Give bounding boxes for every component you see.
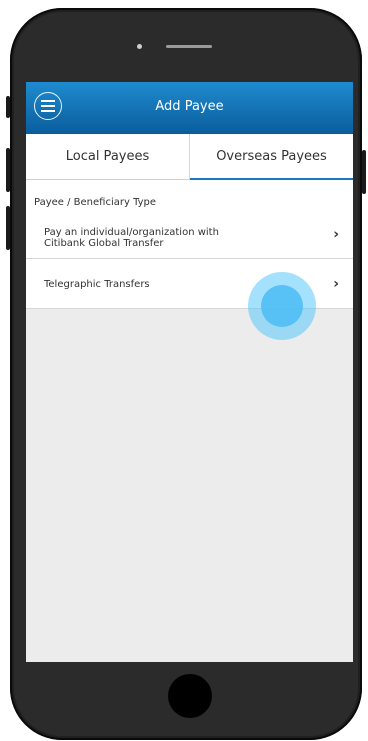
volume-up-button xyxy=(6,148,10,192)
earpiece-speaker xyxy=(166,45,212,48)
option-label: Telegraphic Transfers xyxy=(44,279,150,290)
option-label-line2: Citibank Global Transfer xyxy=(44,238,164,249)
tab-overseas-payees[interactable]: Overseas Payees xyxy=(190,134,353,180)
payee-tabs: Local Payees Overseas Payees xyxy=(26,134,353,180)
tap-indicator xyxy=(248,272,316,340)
page-title: Add Payee xyxy=(155,99,224,114)
option-citibank-global-transfer[interactable]: Pay an individual/organization with Citi… xyxy=(26,211,353,259)
option-label-line1: Pay an individual/organization with xyxy=(44,227,219,238)
volume-down-button xyxy=(6,206,10,250)
chevron-right-icon: › xyxy=(333,275,339,292)
app-screen: Add Payee Local Payees Overseas Payees P… xyxy=(26,82,353,662)
chevron-right-icon: › xyxy=(333,226,339,242)
home-button[interactable] xyxy=(168,674,212,718)
section-label: Payee / Beneficiary Type xyxy=(26,180,353,211)
power-button xyxy=(362,150,366,194)
app-header: Add Payee xyxy=(26,82,353,134)
front-camera xyxy=(137,44,142,49)
mute-switch xyxy=(6,96,10,118)
tab-local-payees[interactable]: Local Payees xyxy=(26,134,190,179)
tap-indicator-core xyxy=(261,285,303,327)
